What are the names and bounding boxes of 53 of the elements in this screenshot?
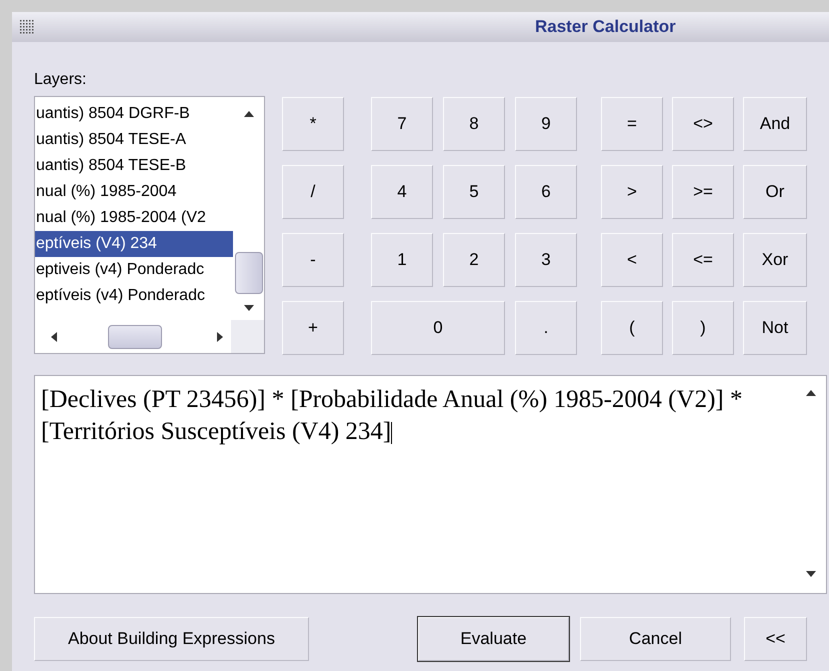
- layer-item[interactable]: uantis) 8504 TESE-B: [35, 153, 234, 179]
- scroll-up-icon[interactable]: [806, 390, 816, 396]
- key-button[interactable]: *: [282, 97, 344, 151]
- layer-item[interactable]: eptiveis (v4) Ponderadc: [35, 257, 234, 283]
- scroll-down-icon[interactable]: [806, 571, 816, 577]
- key-button[interactable]: <>: [672, 97, 734, 151]
- key-button[interactable]: 5: [443, 165, 505, 219]
- dialog-button[interactable]: <<: [744, 617, 807, 661]
- scroll-right-icon[interactable]: [217, 332, 223, 342]
- key-button[interactable]: 6: [515, 165, 577, 219]
- scroll-thumb[interactable]: [108, 325, 162, 349]
- key-button[interactable]: >: [601, 165, 663, 219]
- grip-icon: [20, 20, 34, 34]
- expression-field[interactable]: [Declives (PT 23456)] * [Probabilidade Anual (%) 1985-2004 (V2)] * [Territórios Susceptíveis (V4) 234]: [34, 375, 827, 594]
- layers-label: Layers:: [34, 70, 88, 90]
- layer-item[interactable]: nual (%) 1985-2004: [35, 179, 234, 205]
- layer-item[interactable]: eptíveis (v4) Ponderadc: [35, 283, 234, 309]
- key-button[interactable]: <: [601, 233, 663, 287]
- dialog-button[interactable]: Cancel: [580, 617, 732, 661]
- key-button[interactable]: -: [282, 233, 344, 287]
- scrollbar-corner: [231, 320, 264, 353]
- key-button[interactable]: 7: [371, 97, 433, 151]
- dialog-button[interactable]: About Building Expressions: [34, 617, 309, 661]
- scroll-left-icon[interactable]: [51, 332, 57, 342]
- scroll-down-icon[interactable]: [244, 305, 254, 311]
- key-button[interactable]: 4: [371, 165, 433, 219]
- scroll-thumb[interactable]: [235, 252, 264, 294]
- key-button[interactable]: 0: [371, 301, 505, 355]
- key-button[interactable]: /: [282, 165, 344, 219]
- key-button[interactable]: 3: [515, 233, 577, 287]
- key-button[interactable]: And: [743, 97, 807, 151]
- layer-item[interactable]: nual (%) 1985-2004 (V2: [35, 205, 234, 231]
- key-button[interactable]: 8: [443, 97, 505, 151]
- layer-item[interactable]: uantis) 8504 DGRF-B: [35, 101, 234, 127]
- key-button[interactable]: 1: [371, 233, 433, 287]
- key-button[interactable]: =: [601, 97, 663, 151]
- key-button[interactable]: <=: [672, 233, 734, 287]
- window-title: Raster Calculator: [535, 16, 676, 38]
- key-button[interactable]: ): [672, 301, 734, 355]
- key-button[interactable]: 2: [443, 233, 505, 287]
- key-button[interactable]: Not: [743, 301, 807, 355]
- key-button[interactable]: (: [601, 301, 663, 355]
- layer-item[interactable]: uantis) 8504 TESE-A: [35, 127, 234, 153]
- key-button[interactable]: +: [282, 301, 344, 355]
- key-button[interactable]: .: [515, 301, 577, 355]
- scroll-up-icon[interactable]: [244, 111, 254, 117]
- layer-item[interactable]: eptíveis (V4) 234: [35, 231, 234, 257]
- expression-text: [Declives (PT 23456)] * [Probabilidade Anual (%) 1985-2004 (V2)] * [Territórios Susceptíveis (V4) 234]: [41, 386, 742, 445]
- key-button[interactable]: Xor: [743, 233, 807, 287]
- key-button[interactable]: Or: [743, 165, 807, 219]
- dialog-button[interactable]: Evaluate: [418, 617, 569, 661]
- key-button[interactable]: 9: [515, 97, 577, 151]
- key-button[interactable]: >=: [672, 165, 734, 219]
